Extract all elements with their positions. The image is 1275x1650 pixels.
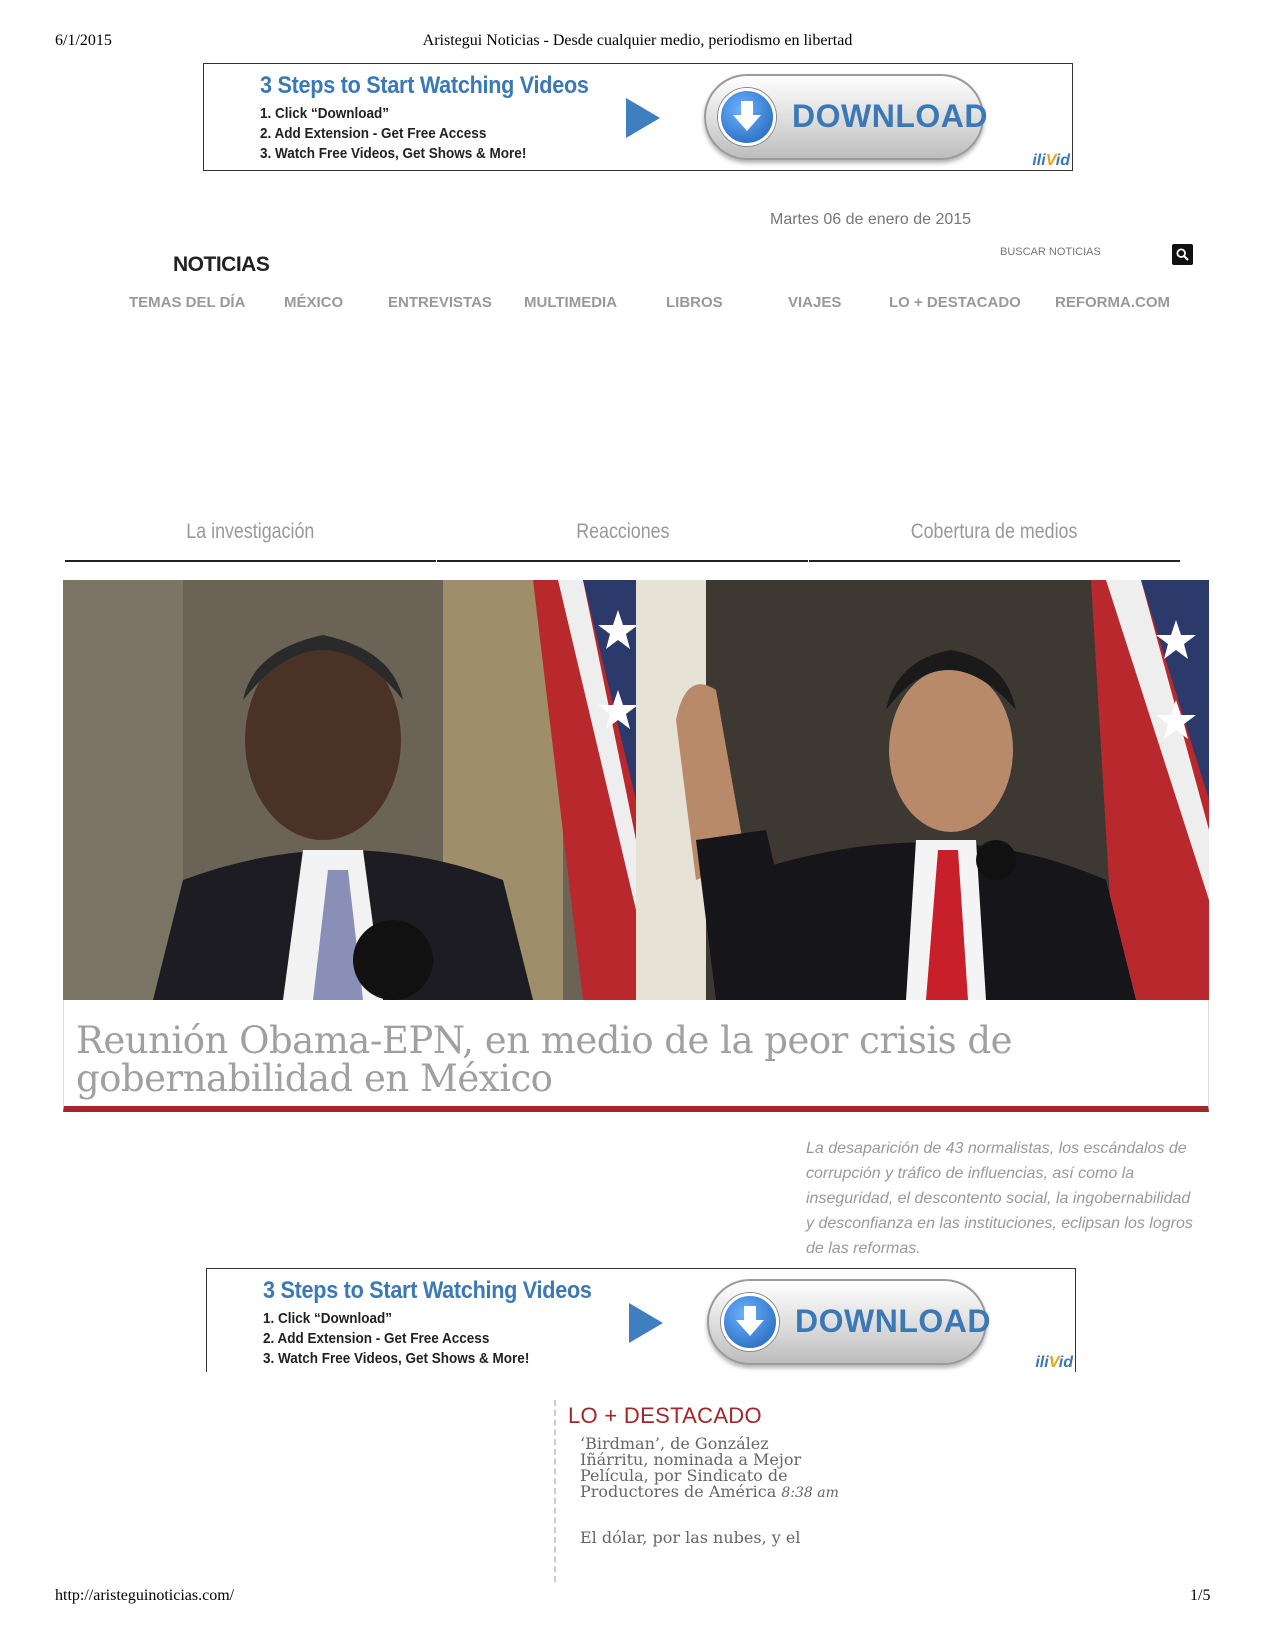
ad-download-button[interactable]: DOWNLOAD	[704, 74, 987, 160]
search-button[interactable]	[1172, 244, 1193, 265]
ad-download-label: DOWNLOAD	[795, 1303, 991, 1339]
ad-steps: 1. Click “Download” 2. Add Extension - G…	[263, 1309, 592, 1369]
search-input[interactable]	[1000, 246, 1170, 258]
tab-reacciones[interactable]: Reacciones	[437, 520, 808, 562]
print-page-number: 1/5	[1190, 1587, 1211, 1604]
ad-download-button[interactable]: DOWNLOAD	[707, 1279, 990, 1365]
print-header: 6/1/2015 Aristegui Noticias - Desde cual…	[0, 30, 1275, 54]
nav-item-multimedia[interactable]: MULTIMEDIA	[524, 294, 617, 311]
nav-item-reforma[interactable]: REFORMA.COM	[1055, 294, 1170, 311]
sidebar-item-time: 8:38 am	[781, 1485, 839, 1501]
nav-item-libros[interactable]: LIBROS	[666, 294, 723, 311]
ad-download-label: DOWNLOAD	[792, 98, 988, 134]
ad-step: 1. Click “Download”	[263, 1310, 393, 1327]
nav-item-lo-mas-destacado[interactable]: LO + DESTACADO	[889, 294, 1021, 311]
tab-la-investigacion[interactable]: La investigación	[65, 520, 436, 562]
print-title: Aristegui Noticias - Desde cualquier med…	[422, 32, 853, 49]
download-arrow-icon	[718, 88, 776, 146]
sidebar-title: LO + DESTACADO	[568, 1403, 762, 1428]
nav-item-mexico[interactable]: MÉXICO	[284, 294, 343, 311]
hero-photo-left	[63, 580, 636, 1000]
headline-box: Reunión Obama-EPN, en medio de la peor c…	[63, 1000, 1209, 1112]
ad-step: 2. Add Extension - Get Free Access	[263, 1330, 490, 1347]
ad-brand-logo: iliVid	[1032, 152, 1070, 169]
nav-item-entrevistas[interactable]: ENTREVISTAS	[388, 294, 492, 311]
sidebar-item-text[interactable]: El dólar, por las nubes, y el	[580, 1528, 800, 1547]
ad-text: 3 Steps to Start Watching Videos 1. Clic…	[260, 72, 625, 164]
ad-brand-logo: iliVid	[1035, 1354, 1073, 1371]
ad-text: 3 Steps to Start Watching Videos 1. Clic…	[263, 1277, 628, 1369]
ad-title: 3 Steps to Start Watching Videos	[260, 72, 589, 99]
story-summary: La desaparición de 43 normalistas, los e…	[806, 1140, 1193, 1257]
ad-step: 1. Click “Download”	[260, 105, 390, 122]
nav-item-viajes[interactable]: VIAJES	[788, 294, 841, 311]
nav-item-temas-del-dia[interactable]: TEMAS DEL DÍA	[129, 294, 245, 311]
download-arrow-icon	[721, 1293, 779, 1351]
ad-steps: 1. Click “Download” 2. Add Extension - G…	[260, 104, 589, 164]
main-nav: TEMAS DEL DÍA MÉXICO ENTREVISTAS MULTIME…	[0, 294, 1275, 316]
sidebar-item[interactable]: El dólar, por las nubes, y el	[580, 1530, 840, 1546]
search-icon	[1176, 248, 1189, 261]
ad-banner-middle[interactable]: 3 Steps to Start Watching Videos 1. Clic…	[206, 1268, 1076, 1372]
headline-link[interactable]: Reunión Obama-EPN, en medio de la peor c…	[76, 1022, 1186, 1098]
site-logo[interactable]: NOTICIAS	[173, 253, 270, 277]
current-date: Martes 06 de enero de 2015	[770, 211, 972, 228]
print-url: http://aristeguinoticias.com/	[55, 1587, 235, 1604]
sidebar-item-text[interactable]: ‘Birdman’, de González Iñárritu, nominad…	[580, 1434, 801, 1501]
story-tabs: La investigación Reacciones Cobertura de…	[65, 520, 1180, 564]
hero-photo[interactable]	[63, 580, 1209, 1000]
ad-step: 3. Watch Free Videos, Get Shows & More!	[260, 145, 527, 162]
tab-cobertura-de-medios[interactable]: Cobertura de medios	[809, 520, 1180, 562]
ad-banner-top[interactable]: 3 Steps to Start Watching Videos 1. Clic…	[203, 63, 1073, 171]
play-arrow-icon	[629, 1303, 663, 1343]
play-arrow-icon	[626, 98, 660, 138]
ad-title: 3 Steps to Start Watching Videos	[263, 1277, 592, 1304]
ad-step: 2. Add Extension - Get Free Access	[260, 125, 487, 142]
sidebar-lo-mas-destacado: LO + DESTACADO ‘Birdman’, de González Iñ…	[554, 1400, 854, 1582]
ad-step: 3. Watch Free Videos, Get Shows & More!	[263, 1350, 530, 1367]
hero-photo-right	[636, 580, 1209, 1000]
sidebar-item[interactable]: ‘Birdman’, de González Iñárritu, nominad…	[580, 1434, 840, 1502]
